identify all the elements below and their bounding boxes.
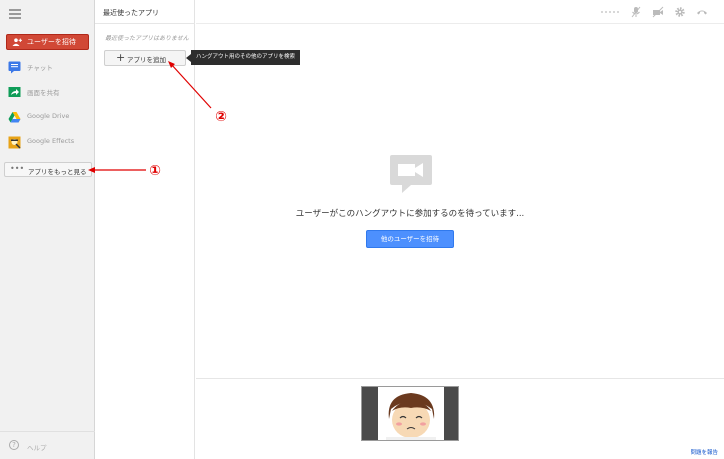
camera-off-icon[interactable] [652, 6, 664, 18]
sidebar-item-label: 画面を共有 [27, 89, 60, 97]
video-camera-placeholder-icon [390, 155, 432, 193]
menu-icon[interactable] [9, 9, 21, 19]
chat-icon [8, 61, 21, 74]
more-dots-icon: ••• [10, 164, 25, 173]
no-recent-apps-text: 最近使ったアプリはありません [105, 35, 189, 42]
invite-people-button[interactable]: ユーザーを招待 [6, 34, 89, 50]
apps-panel-title: 最近使ったアプリ [103, 9, 159, 17]
google-drive-icon [8, 112, 21, 123]
more-apps-label: アプリをもっと見る [28, 168, 87, 176]
more-apps-button[interactable]: ••• アプリをもっと見る [4, 162, 92, 177]
apps-panel-header: 最近使ったアプリ [95, 0, 195, 24]
waiting-message: ユーザーがこのハングアウトに参加するのを待っています... [295, 209, 525, 219]
sidebar-item-label: Google Effects [27, 137, 75, 145]
participant-thumbnail[interactable] [361, 386, 459, 441]
add-app-label: アプリを追加 [127, 56, 166, 64]
invite-others-button[interactable]: 他のユーザーを招待 [366, 230, 454, 248]
screen-share-icon [8, 87, 21, 97]
help-label: ヘルプ [27, 444, 47, 452]
avatar [362, 387, 458, 440]
gear-icon[interactable] [674, 6, 686, 18]
add-app-button[interactable]: + アプリを追加 [104, 50, 186, 66]
signal-strength-icon [601, 11, 619, 13]
help-link[interactable]: ? ヘルプ [0, 431, 95, 459]
sidebar-item-label: Google Drive [27, 112, 70, 120]
sidebar-item-label: チャット [27, 64, 53, 72]
plus-icon: + [116, 51, 126, 64]
hang-up-icon[interactable] [696, 6, 708, 18]
google-effects-icon [8, 136, 21, 149]
call-toolbar [196, 0, 724, 24]
add-person-icon [12, 38, 22, 46]
sidebar-item-screen-share[interactable]: 画面を共有 [0, 85, 95, 101]
sidebar-item-google-drive[interactable]: Google Drive [0, 110, 95, 126]
report-problem-link[interactable]: 問題を報告 [690, 448, 718, 456]
invite-people-label: ユーザーを招待 [27, 38, 76, 46]
help-icon: ? [9, 440, 19, 450]
annotation-marker-2: ② [215, 109, 227, 125]
sidebar-item-google-effects[interactable]: Google Effects [0, 135, 95, 151]
left-sidebar: ユーザーを招待 チャット 画面を共有 Google Drive Google E… [0, 0, 95, 459]
sidebar-item-chat[interactable]: チャット [0, 60, 95, 76]
mute-microphone-icon[interactable] [630, 6, 642, 18]
add-app-tooltip: ハングアウト用のその他のアプリを検索 [185, 50, 301, 65]
participant-filmstrip: 問題を報告 [196, 378, 724, 459]
apps-panel: 最近使ったアプリ 最近使ったアプリはありません + アプリを追加 [95, 0, 195, 459]
